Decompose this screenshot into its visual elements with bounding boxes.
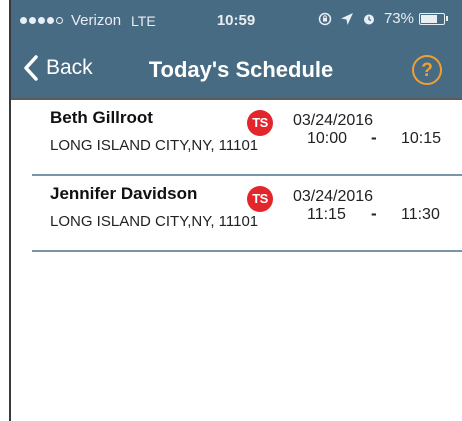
rotation-lock-icon (318, 12, 332, 25)
appointment-list: Beth Gillroot LONG ISLAND CITY,NY, 11101… (10, 98, 462, 421)
ts-badge: TS (247, 110, 273, 136)
battery-percent: 73% (383, 10, 414, 27)
time-separator: - (371, 128, 377, 147)
appointment-row[interactable]: Beth Gillroot LONG ISLAND CITY,NY, 11101… (10, 100, 462, 176)
status-right: 73% (310, 10, 448, 27)
start-time: 11:15 (307, 206, 346, 223)
appointment-row[interactable]: Jennifer Davidson LONG ISLAND CITY,NY, 1… (10, 176, 462, 252)
client-name: Beth Gillroot (50, 108, 153, 127)
end-time: 11:30 (401, 206, 440, 223)
battery-tip (446, 16, 448, 21)
status-bar: Verizon LTE 10:59 73% (10, 0, 462, 42)
end-time: 10:15 (401, 130, 442, 147)
navigation-bar: Back Today's Schedule ? (10, 42, 462, 98)
alarm-icon (363, 14, 374, 24)
appointment-date: 03/24/2016 (293, 112, 374, 129)
battery-icon (419, 12, 445, 25)
row-divider (32, 250, 462, 252)
client-name: Jennifer Davidson (50, 184, 198, 203)
screen-frame-edge (9, 0, 11, 421)
client-address: LONG ISLAND CITY,NY, 11101 (50, 213, 259, 230)
page-title: Today's Schedule (148, 57, 334, 82)
appointment-date: 03/24/2016 (293, 188, 374, 205)
ts-badge: TS (247, 186, 273, 212)
client-address: LONG ISLAND CITY,NY, 11101 (50, 137, 259, 154)
help-button[interactable]: ? (412, 55, 442, 85)
start-time: 10:00 (307, 130, 348, 147)
location-icon (340, 12, 353, 25)
time-separator: - (371, 204, 377, 223)
